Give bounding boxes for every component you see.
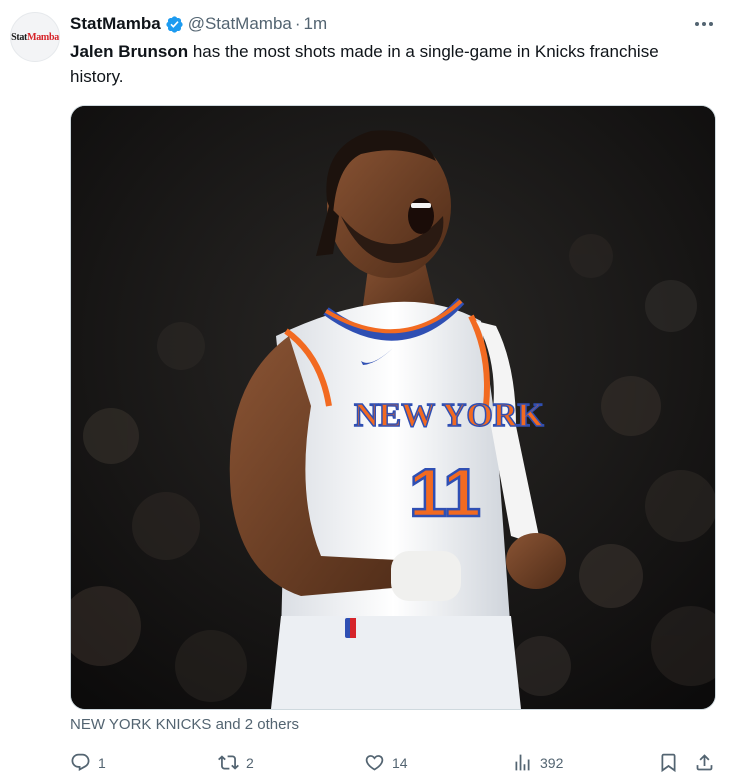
repost-icon <box>218 755 239 770</box>
heart-icon <box>365 755 384 771</box>
more-options-button[interactable] <box>691 14 717 34</box>
repost-button[interactable]: 2 <box>218 752 254 773</box>
share-icon <box>696 754 713 771</box>
reply-count: 1 <box>98 754 106 771</box>
repost-count: 2 <box>246 754 254 771</box>
tweet-photo[interactable]: NEW YORK 11 <box>70 105 716 710</box>
tweet-actions: 1 2 14 392 <box>70 752 720 776</box>
jersey-number: 11 <box>409 455 481 531</box>
more-icon <box>695 22 713 26</box>
tweet-text: Jalen Brunson has the most shots made in… <box>70 39 690 89</box>
tweet[interactable]: StatMamba StatMamba @StatMamba · 1m Jale… <box>0 0 729 778</box>
tweet-header: StatMamba @StatMamba · 1m <box>70 12 327 36</box>
handle[interactable]: @StatMamba <box>188 14 292 34</box>
like-count: 14 <box>392 754 408 771</box>
views-count: 392 <box>540 754 564 771</box>
display-name[interactable]: StatMamba <box>70 14 161 34</box>
avatar[interactable]: StatMamba <box>10 12 60 62</box>
tagged-users[interactable]: NEW YORK KNICKS and 2 others <box>70 716 299 733</box>
separator: · <box>294 14 301 33</box>
reply-button[interactable]: 1 <box>70 752 106 773</box>
views-button[interactable]: 392 <box>512 752 563 773</box>
like-button[interactable]: 14 <box>364 752 408 773</box>
player-photo: NEW YORK 11 <box>71 106 715 709</box>
tweet-mention[interactable]: Jalen Brunson <box>70 42 188 61</box>
bookmark-button[interactable] <box>658 752 679 773</box>
share-button[interactable] <box>694 752 715 773</box>
verified-badge-icon <box>166 15 183 33</box>
bookmark-icon <box>661 753 676 773</box>
reply-icon <box>71 753 90 771</box>
avatar-logo: StatMamba <box>11 31 59 43</box>
timestamp[interactable]: 1m <box>304 14 328 34</box>
jersey-lettering: NEW YORK <box>354 397 544 434</box>
views-icon <box>515 754 530 771</box>
